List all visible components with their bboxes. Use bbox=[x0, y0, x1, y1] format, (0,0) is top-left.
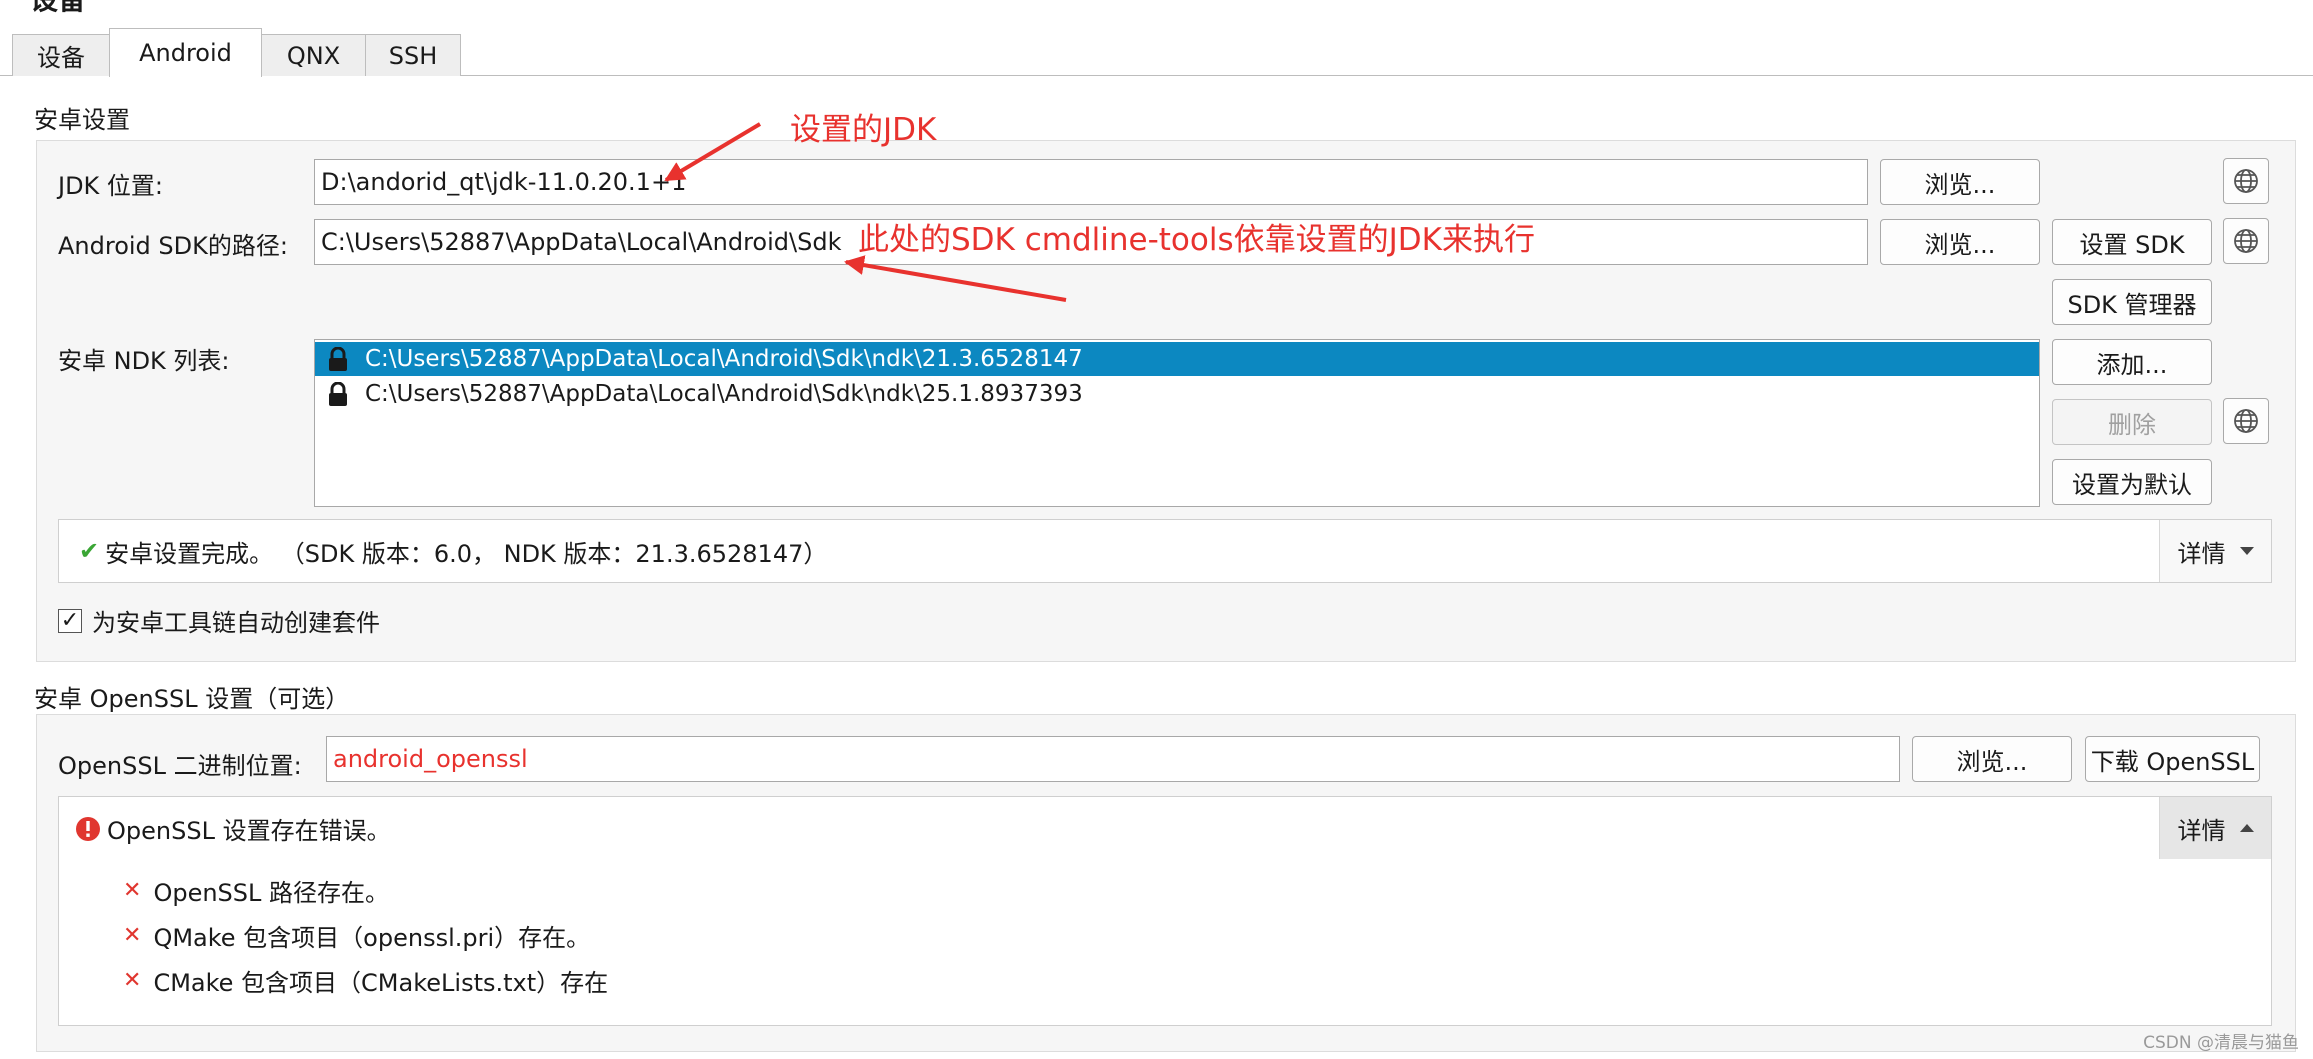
auto-create-kits-row: ✓ 为安卓工具链自动创建套件 bbox=[58, 603, 380, 638]
openssl-error-text: QMake 包含项目（openssl.pri）存在。 bbox=[153, 924, 591, 952]
setup-sdk-button[interactable]: 设置 SDK bbox=[2052, 219, 2212, 265]
ndk-list[interactable]: C:\Users\52887\AppData\Local\Android\Sdk… bbox=[314, 339, 2040, 507]
android-section-title: 安卓设置 bbox=[34, 106, 130, 134]
page-heading: 设备 bbox=[30, 0, 86, 18]
openssl-label: OpenSSL 二进制位置: bbox=[58, 752, 302, 780]
watermark: CSDN @清晨与猫鱼 bbox=[2143, 1033, 2299, 1053]
sdk-label: Android SDK的路径: bbox=[58, 232, 288, 260]
openssl-section-title: 安卓 OpenSSL 设置（可选） bbox=[34, 685, 350, 713]
x-icon: ✕ bbox=[123, 878, 142, 903]
openssl-details-button[interactable]: 详情 bbox=[2159, 797, 2271, 859]
ndk-list-item[interactable]: C:\Users\52887\AppData\Local\Android\Sdk… bbox=[315, 377, 2039, 411]
android-status-text: 安卓设置完成。 （SDK 版本：6.0， NDK 版本：21.3.6528147… bbox=[105, 539, 828, 568]
globe-icon bbox=[2234, 409, 2258, 433]
annotation-sdk: 此处的SDK cmdline-tools依靠设置的JDK来执行 bbox=[858, 222, 1535, 258]
details-label: 详情 bbox=[2177, 539, 2226, 568]
sdk-browse-button[interactable]: 浏览... bbox=[1880, 219, 2040, 265]
openssl-browse-button[interactable]: 浏览... bbox=[1912, 736, 2072, 782]
android-details-button[interactable]: 详情 bbox=[2159, 520, 2271, 582]
openssl-error-title: OpenSSL 设置存在错误。 bbox=[107, 817, 391, 845]
jdk-browse-button[interactable]: 浏览... bbox=[1880, 159, 2040, 205]
error-icon bbox=[76, 816, 100, 841]
openssl-error-text: CMake 包含项目（CMakeLists.txt）存在 bbox=[153, 969, 609, 997]
add-ndk-button[interactable]: 添加... bbox=[2052, 339, 2212, 385]
x-icon: ✕ bbox=[123, 923, 142, 948]
openssl-error-item: ✕ QMake 包含项目（openssl.pri）存在。 bbox=[123, 918, 608, 953]
tab-ssh[interactable]: SSH bbox=[365, 34, 461, 76]
openssl-error-item: ✕ OpenSSL 路径存在。 bbox=[123, 873, 608, 908]
auto-create-kits-label: 为安卓工具链自动创建套件 bbox=[92, 609, 380, 637]
ndk-path-text: C:\Users\52887\AppData\Local\Android\Sdk… bbox=[365, 346, 1083, 372]
ndk-list-item[interactable]: C:\Users\52887\AppData\Local\Android\Sdk… bbox=[315, 342, 2039, 376]
details-label: 详情 bbox=[2177, 816, 2226, 845]
jdk-label: JDK 位置: bbox=[58, 172, 164, 200]
x-icon: ✕ bbox=[123, 968, 142, 993]
ndk-label: 安卓 NDK 列表: bbox=[58, 347, 230, 375]
set-default-ndk-button[interactable]: 设置为默认 bbox=[2052, 459, 2212, 505]
openssl-status-panel: OpenSSL 设置存在错误。 详情 ✕ OpenSSL 路径存在。 ✕ QMa… bbox=[58, 796, 2272, 1026]
tab-android[interactable]: Android bbox=[109, 28, 262, 77]
tab-qnx[interactable]: QNX bbox=[261, 34, 366, 76]
auto-create-kits-checkbox[interactable]: ✓ bbox=[58, 608, 82, 633]
annotation-jdk: 设置的JDK bbox=[790, 112, 937, 148]
lock-icon bbox=[329, 382, 347, 406]
jdk-globe-button[interactable] bbox=[2223, 158, 2269, 204]
globe-icon bbox=[2234, 169, 2258, 193]
tab-devices[interactable]: 设备 bbox=[12, 34, 110, 76]
openssl-error-list: ✕ OpenSSL 路径存在。 ✕ QMake 包含项目（openssl.pri… bbox=[123, 873, 608, 998]
openssl-error-text: OpenSSL 路径存在。 bbox=[153, 879, 390, 907]
chevron-down-icon bbox=[2239, 547, 2254, 555]
remove-ndk-button[interactable]: 删除 bbox=[2052, 399, 2212, 445]
openssl-path-input[interactable]: android_openssl bbox=[326, 736, 1900, 782]
jdk-path-input[interactable]: D:\andorid_qt\jdk-11.0.20.1+1 bbox=[314, 159, 1868, 205]
download-openssl-button[interactable]: 下载 OpenSSL bbox=[2085, 736, 2260, 782]
ndk-globe-button[interactable] bbox=[2223, 398, 2269, 444]
sdk-globe-button[interactable] bbox=[2223, 218, 2269, 264]
chevron-up-icon bbox=[2239, 824, 2254, 832]
check-icon: ✔ bbox=[79, 537, 100, 565]
sdk-manager-button[interactable]: SDK 管理器 bbox=[2052, 279, 2212, 325]
android-status-panel: ✔ 安卓设置完成。 （SDK 版本：6.0， NDK 版本：21.3.65281… bbox=[58, 519, 2272, 583]
openssl-error-item: ✕ CMake 包含项目（CMakeLists.txt）存在 bbox=[123, 963, 608, 998]
globe-icon bbox=[2234, 229, 2258, 253]
ndk-path-text: C:\Users\52887\AppData\Local\Android\Sdk… bbox=[365, 381, 1083, 407]
lock-icon bbox=[329, 347, 347, 371]
